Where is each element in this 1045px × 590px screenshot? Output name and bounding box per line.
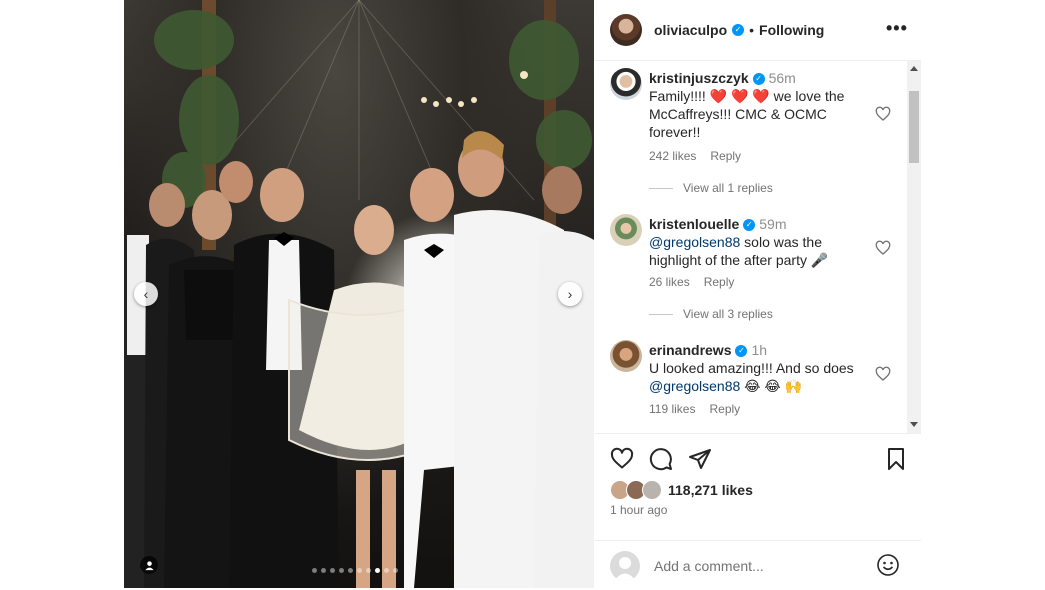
- comment-text: erinandrews ✓ 1h U looked amazing!!! And s…: [649, 341, 864, 395]
- post-side-panel: oliviaculpo ✓ • Following ••• kristinjus…: [594, 0, 921, 588]
- author-username[interactable]: oliviaculpo: [654, 22, 727, 38]
- mention-link[interactable]: @gregolsen88: [649, 378, 740, 394]
- comments-scrollbar[interactable]: [907, 61, 921, 433]
- more-options-icon[interactable]: •••: [886, 18, 908, 39]
- current-user-avatar: [610, 551, 640, 581]
- reply-button[interactable]: Reply: [710, 149, 741, 163]
- post-time[interactable]: 1 hour ago: [610, 503, 667, 517]
- replies-line: [649, 187, 673, 189]
- view-replies-button[interactable]: View all 3 replies: [649, 307, 773, 321]
- mention-link[interactable]: @gregolsen88: [649, 234, 740, 250]
- carousel-dot: [366, 568, 371, 573]
- carousel-dot: [384, 568, 389, 573]
- liker-avatar: [642, 480, 662, 500]
- verified-badge-icon: ✓: [735, 345, 748, 358]
- scrollbar-thumb[interactable]: [909, 91, 919, 163]
- likes-count[interactable]: 118,271 likes: [668, 482, 753, 498]
- commenter-username[interactable]: kristinjuszczyk: [649, 70, 749, 86]
- comment-likes[interactable]: 26 likes: [649, 275, 690, 289]
- post-header: oliviaculpo ✓ • Following •••: [594, 0, 921, 61]
- scroll-down-arrow-icon[interactable]: [910, 422, 918, 427]
- view-replies-label: View all 3 replies: [683, 307, 773, 321]
- share-paper-plane-icon[interactable]: [688, 447, 712, 471]
- like-heart-icon[interactable]: [610, 447, 634, 471]
- comment-text: kristenlouelle ✓ 59m @gregolsen88 solo was…: [649, 215, 864, 269]
- carousel-indicator: [312, 568, 398, 573]
- comment-time: 1h: [751, 342, 768, 358]
- comment-item: erinandrews ✓ 1h U looked amazing!!! And s…: [594, 333, 907, 433]
- reply-button[interactable]: Reply: [709, 402, 740, 416]
- comment-like-icon[interactable]: [875, 106, 891, 122]
- emoji-picker-icon[interactable]: [876, 553, 900, 577]
- comment-body-rest: 😂 😂 🙌: [740, 378, 803, 394]
- add-comment-bar: [594, 540, 921, 590]
- comment-text: kristinjuszczyk ✓ 56m Family!!!! ❤️ ❤️ ❤️ …: [649, 69, 864, 141]
- replies-line: [649, 313, 673, 315]
- comment-item: kristinjuszczyk ✓ 56m Family!!!! ❤️ ❤️ ❤️ …: [594, 61, 907, 195]
- tent-background: [124, 0, 594, 588]
- carousel-next-button[interactable]: ›: [558, 282, 582, 306]
- comment-likes[interactable]: 119 likes: [649, 402, 695, 416]
- carousel-dot: [312, 568, 317, 573]
- scroll-up-arrow-icon[interactable]: [910, 66, 918, 71]
- comments-list: kristinjuszczyk ✓ 56m Family!!!! ❤️ ❤️ ❤️ …: [594, 61, 907, 433]
- comment-body: U looked amazing!!! And so does: [649, 360, 854, 376]
- comment-like-icon[interactable]: [875, 240, 891, 256]
- hearts-emoji: ❤️ ❤️ ❤️: [709, 88, 770, 104]
- comment-time: 59m: [759, 216, 787, 232]
- save-bookmark-icon[interactable]: [884, 447, 908, 471]
- comment-bubble-icon[interactable]: [649, 447, 673, 471]
- carousel-dot: [393, 568, 398, 573]
- comment-meta: 119 likes Reply: [649, 402, 740, 416]
- verified-badge-icon: ✓: [752, 73, 765, 86]
- comment-item: kristenlouelle ✓ 59m @gregolsen88 solo was…: [594, 207, 907, 337]
- comment-meta: 26 likes Reply: [649, 275, 734, 289]
- carousel-dot: [339, 568, 344, 573]
- user-tag-icon[interactable]: [140, 556, 158, 574]
- commenter-avatar[interactable]: [610, 340, 642, 372]
- view-replies-button[interactable]: View all 1 replies: [649, 181, 773, 195]
- commenter-avatar[interactable]: [610, 68, 642, 100]
- likes-summary[interactable]: 118,271 likes: [610, 480, 753, 500]
- author-avatar[interactable]: [610, 14, 642, 46]
- carousel-prev-button[interactable]: ‹: [134, 282, 158, 306]
- carousel-dot: [348, 568, 353, 573]
- commenter-username[interactable]: erinandrews: [649, 342, 731, 358]
- separator: •: [749, 22, 755, 38]
- comment-meta: 242 likes Reply: [649, 149, 741, 163]
- commenter-username[interactable]: kristenlouelle: [649, 216, 739, 232]
- carousel-dot: [330, 568, 335, 573]
- carousel-dot: [357, 568, 362, 573]
- carousel-dot: [321, 568, 326, 573]
- post-actions: 118,271 likes 1 hour ago: [594, 433, 921, 589]
- view-replies-label: View all 1 replies: [683, 181, 773, 195]
- comment-time: 56m: [768, 70, 796, 86]
- author-info: oliviaculpo ✓ • Following: [654, 22, 824, 38]
- following-button[interactable]: Following: [759, 22, 824, 38]
- comment-likes[interactable]: 242 likes: [649, 149, 696, 163]
- comment-body: Family!!!!: [649, 88, 710, 104]
- carousel-dot: [375, 568, 380, 573]
- add-comment-input[interactable]: [652, 557, 866, 575]
- reply-button[interactable]: Reply: [704, 275, 735, 289]
- post-image[interactable]: ‹ ›: [124, 0, 594, 588]
- verified-badge-icon: ✓: [732, 24, 745, 36]
- commenter-avatar[interactable]: [610, 214, 642, 246]
- comment-like-icon[interactable]: [875, 366, 891, 382]
- verified-badge-icon: ✓: [743, 219, 756, 232]
